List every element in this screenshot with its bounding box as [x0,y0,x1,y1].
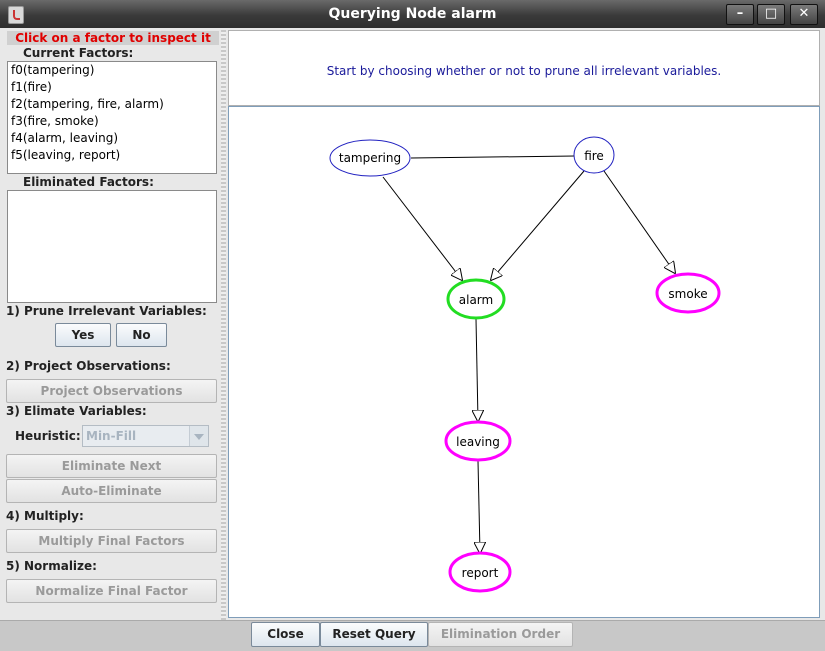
edge-tampering-alarm [382,176,462,280]
network-graph[interactable]: tampering fire alarm smoke leaving repor… [229,107,819,617]
current-factors-label: Current Factors: [23,46,134,60]
factor-item[interactable]: f4(alarm, leaving) [8,130,216,147]
edge-alarm-leaving [476,318,478,421]
factor-item[interactable]: f3(fire, smoke) [8,113,216,130]
node-tampering[interactable]: tampering [329,139,411,177]
node-report[interactable]: report [448,551,512,593]
node-leaving-label: leaving [456,435,500,449]
close-window-icon[interactable]: ✕ [790,4,818,25]
elimination-order-button[interactable]: Elimination Order [428,622,573,647]
prune-no-button[interactable]: No [116,323,167,347]
close-button[interactable]: Close [251,622,320,647]
step2-label: 2) Project Observations: [6,359,171,373]
node-fire-label: fire [584,149,604,163]
chevron-down-icon[interactable] [189,426,208,446]
reset-query-button[interactable]: Reset Query [320,622,428,647]
maximize-icon[interactable]: □ [757,4,785,25]
instruction-message: Start by choosing whether or not to prun… [326,64,722,78]
node-smoke-label: smoke [668,287,707,301]
current-factors-list[interactable]: f0(tampering) f1(fire) f2(tampering, fir… [7,61,217,174]
eliminated-factors-list[interactable] [7,190,217,303]
node-tampering-label: tampering [339,151,401,165]
eliminate-next-button[interactable]: Eliminate Next [6,454,217,478]
step4-label: 4) Multiply: [6,509,84,523]
minimize-icon[interactable]: – [726,4,754,25]
heuristic-label: Heuristic: [15,429,81,443]
step1-label: 1) Prune Irrelevant Variables: [6,304,207,318]
auto-eliminate-button[interactable]: Auto-Eliminate [6,479,217,503]
heuristic-select[interactable]: Min-Fill [82,425,209,447]
node-report-label: report [462,566,499,580]
belief-network-canvas[interactable]: tampering fire alarm smoke leaving repor… [228,106,820,618]
window-title: Querying Node alarm [328,6,497,22]
edge-fire-smoke [603,170,675,273]
factor-item[interactable]: f2(tampering, fire, alarm) [8,96,216,113]
node-smoke[interactable]: smoke [655,272,721,314]
factor-item[interactable]: f1(fire) [8,79,216,96]
eliminated-factors-label: Eliminated Factors: [23,175,154,189]
message-panel: Start by choosing whether or not to prun… [228,30,820,106]
left-control-panel: Click on a factor to inspect it Current … [4,30,219,620]
split-pane-divider[interactable] [221,30,226,620]
inspect-hint: Click on a factor to inspect it [7,31,219,45]
bottom-button-bar: Close Reset Query Elimination Order [0,620,825,651]
node-alarm[interactable]: alarm [446,278,506,320]
heuristic-value: Min-Fill [86,429,137,443]
window-titlebar: Querying Node alarm – □ ✕ [0,0,825,28]
edge-fire-alarm [491,170,585,280]
node-alarm-label: alarm [459,293,493,307]
edge-leaving-report [478,460,480,553]
edge-tampering-fire [410,155,576,159]
node-leaving[interactable]: leaving [444,420,512,462]
step3-label: 3) Elimate Variables: [6,404,147,418]
step5-label: 5) Normalize: [6,559,97,573]
multiply-final-factors-button[interactable]: Multiply Final Factors [6,529,217,553]
factor-item[interactable]: f5(leaving, report) [8,147,216,164]
project-observations-button[interactable]: Project Observations [6,379,217,403]
node-fire[interactable]: fire [573,136,615,174]
factor-item[interactable]: f0(tampering) [8,62,216,79]
prune-yes-button[interactable]: Yes [55,323,111,347]
normalize-final-factor-button[interactable]: Normalize Final Factor [6,579,217,603]
